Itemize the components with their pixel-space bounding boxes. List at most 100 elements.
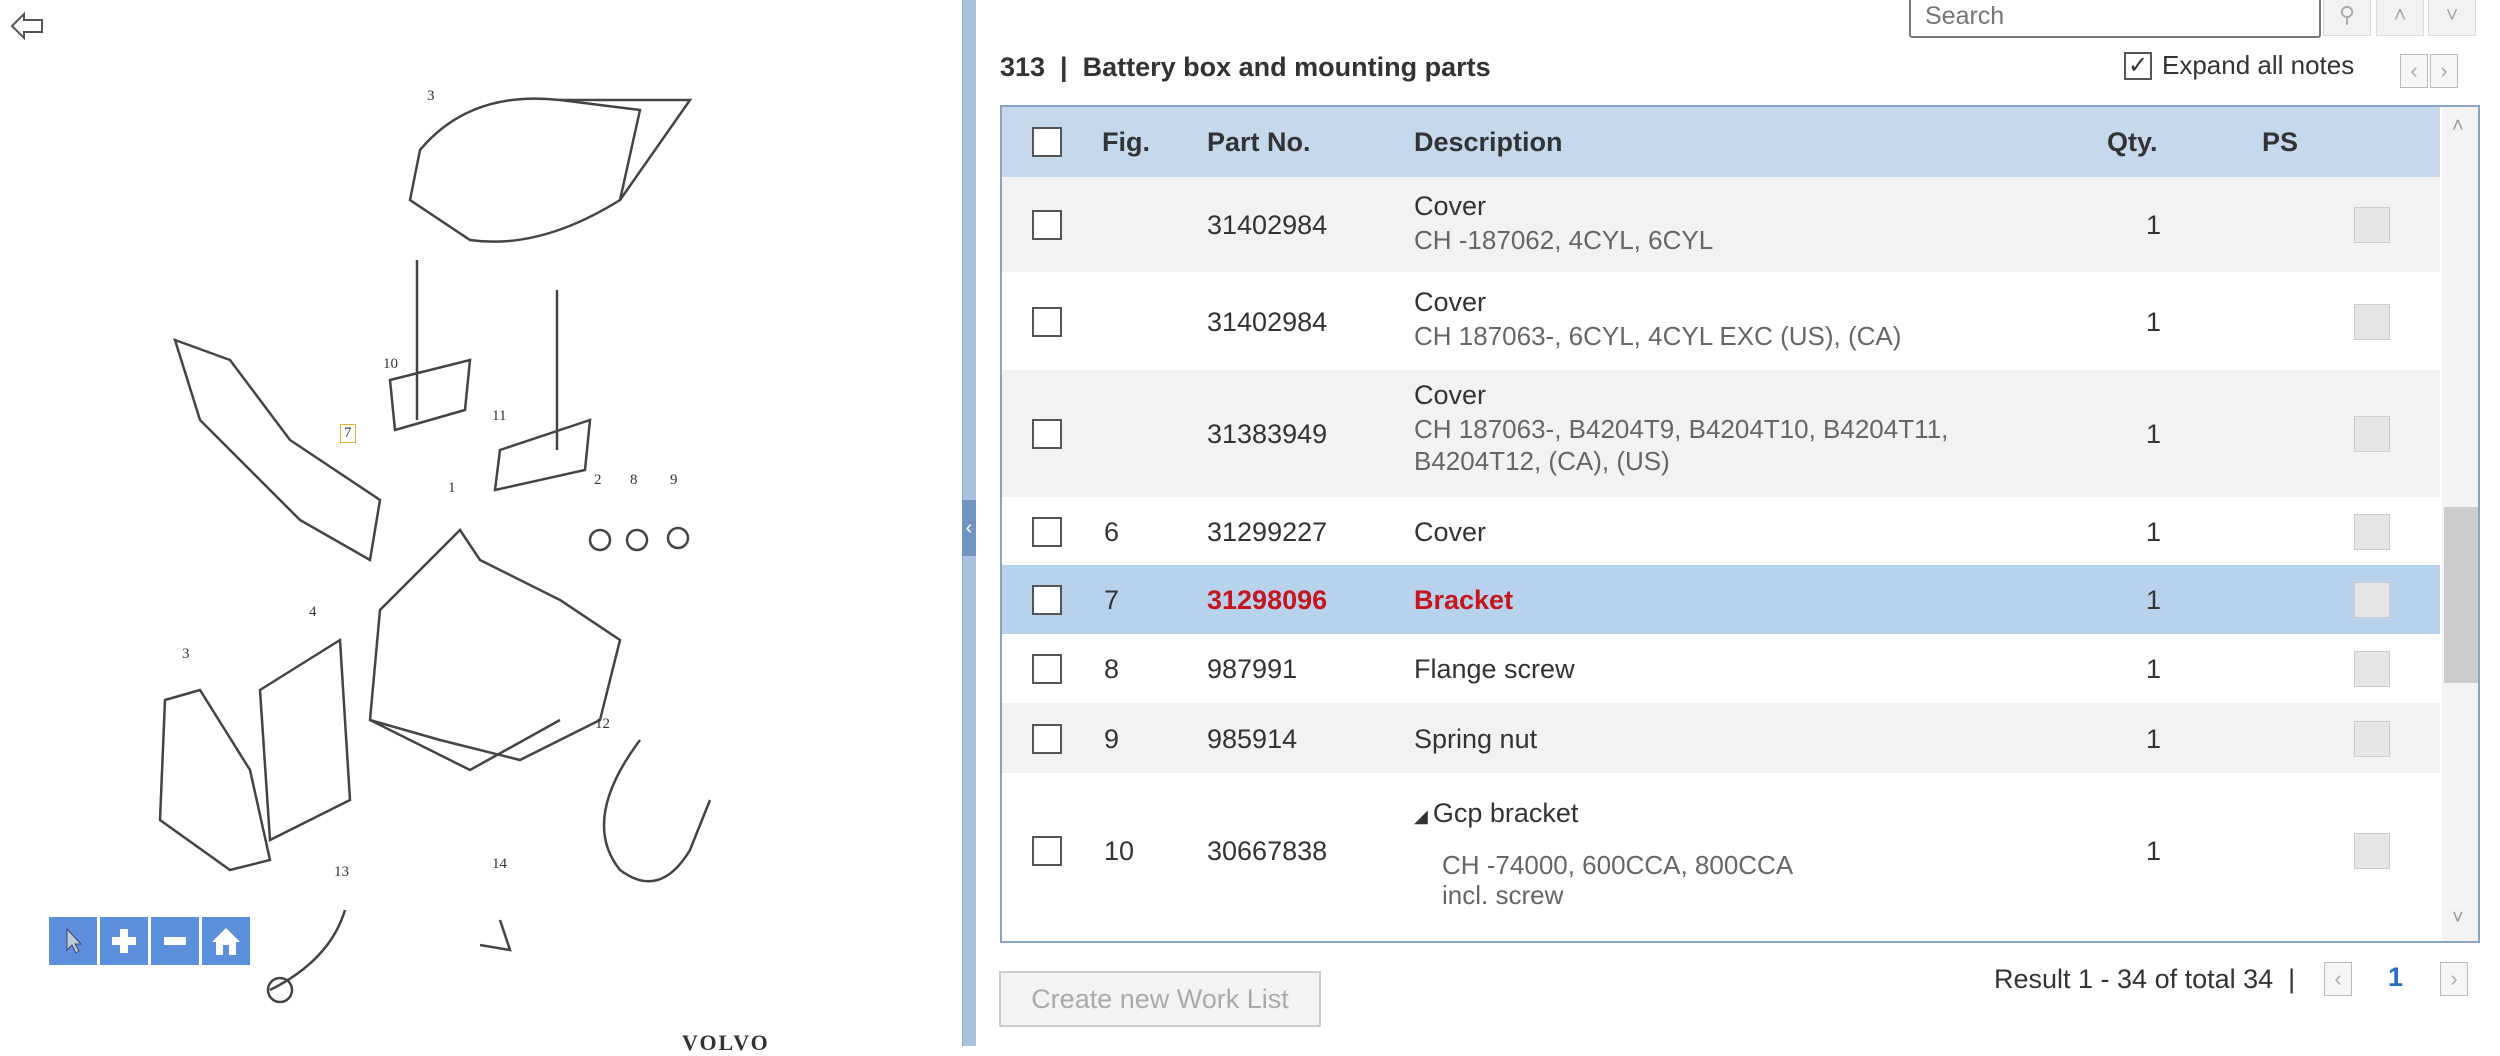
fig-number: 8	[1104, 654, 1120, 684]
table-row[interactable]: 31383949 Cover CH 187063-, B4204T9, B420…	[1002, 370, 2440, 498]
description: Cover	[1414, 516, 1487, 547]
part-number[interactable]: 985914	[1207, 724, 1297, 755]
row-checkbox[interactable]	[1032, 516, 1062, 547]
description: Spring nut	[1414, 723, 1538, 754]
quantity: 1	[2146, 516, 2162, 547]
select-all-checkbox[interactable]	[1032, 127, 1062, 157]
fig-number: 9	[1104, 723, 1120, 754]
callout-9[interactable]: 9	[670, 472, 678, 489]
description: Bracket	[1414, 585, 1514, 615]
row-checkbox[interactable]	[1032, 585, 1062, 615]
parts-table: Fig. Part No. Description Qty. PS 314029…	[1000, 105, 2480, 943]
collapse-panel-icon[interactable]: ‹	[962, 500, 976, 556]
part-number[interactable]: 30667838	[1207, 836, 1327, 867]
row-checkbox[interactable]	[1032, 419, 1062, 449]
col-part-no[interactable]: Part No.	[1207, 127, 1311, 158]
row-checkbox[interactable]	[1032, 306, 1062, 337]
search-button[interactable]: ⚲	[2323, 0, 2371, 36]
callout-11[interactable]: 11	[492, 408, 506, 425]
note-icon[interactable]	[2354, 832, 2390, 869]
table-row[interactable]: 8 987991 Flange screw 1	[1002, 635, 2440, 703]
row-checkbox[interactable]	[1032, 723, 1062, 754]
note-icon[interactable]	[2354, 513, 2390, 550]
col-description[interactable]: Description	[1414, 127, 1563, 158]
result-count: Result 1 - 34 of total 34 |	[1994, 964, 2296, 994]
callout-14[interactable]: 14	[492, 856, 507, 873]
callout-12[interactable]: 12	[595, 716, 610, 733]
chevron-up-icon: ˄	[2393, 2, 2407, 27]
collapse-triangle-icon[interactable]: ◢	[1414, 806, 1433, 826]
expand-all-notes-label: Expand all notes	[2162, 50, 2355, 80]
note-next-button[interactable]: ›	[2430, 54, 2458, 88]
part-number[interactable]: 31299227	[1207, 517, 1327, 548]
create-work-list-button[interactable]: Create new Work List	[999, 971, 1321, 1027]
pointer-tool-button[interactable]	[49, 917, 97, 965]
home-button[interactable]	[202, 917, 250, 965]
quantity: 1	[2146, 419, 2162, 449]
description-note: CH 187063-, B4204T9, B4204T10, B4204T11,	[1414, 414, 1949, 444]
callout-7[interactable]: 7	[340, 424, 356, 443]
scroll-down-icon[interactable]: ˅	[2452, 907, 2464, 930]
fig-number: 7	[1104, 585, 1120, 615]
expand-all-notes-checkbox[interactable]: ✓	[2124, 51, 2152, 80]
note-prev-button[interactable]: ‹	[2400, 54, 2428, 88]
row-checkbox[interactable]	[1032, 835, 1062, 866]
table-row[interactable]: 9 985914 Spring nut 1	[1002, 703, 2440, 774]
expand-all-notes[interactable]: ✓ Expand all notes	[2124, 50, 2354, 81]
note-icon[interactable]	[2354, 582, 2390, 618]
search-input[interactable]	[1909, 0, 2321, 38]
callout-13[interactable]: 13	[334, 864, 349, 881]
part-number[interactable]: 31402984	[1207, 307, 1327, 338]
fig-number: 6	[1104, 516, 1120, 547]
callout-1[interactable]: 1	[448, 480, 456, 497]
callout-4[interactable]: 4	[309, 604, 317, 621]
table-row[interactable]: 31402984 Cover CH -187062, 4CYL, 6CYL 1	[1002, 177, 2440, 273]
zoom-out-button[interactable]	[151, 917, 199, 965]
col-fig[interactable]: Fig.	[1102, 127, 1150, 158]
description: Cover	[1414, 380, 1487, 410]
col-qty[interactable]: Qty.	[2107, 127, 2158, 158]
home-icon	[212, 928, 240, 955]
part-number[interactable]: 31383949	[1207, 419, 1327, 450]
part-number[interactable]: 31402984	[1207, 210, 1327, 241]
search-prev-button[interactable]: ˄	[2376, 0, 2424, 36]
page-prev-button[interactable]: ‹	[2324, 962, 2352, 996]
table-scrollbar[interactable]: ˄ ˅	[2442, 107, 2478, 941]
part-number[interactable]: 31298096	[1207, 585, 1327, 616]
part-number[interactable]: 987991	[1207, 654, 1297, 685]
callout-3b[interactable]: 3	[182, 646, 190, 663]
scrollbar-thumb[interactable]	[2444, 507, 2478, 683]
fig-number: 10	[1104, 835, 1135, 866]
table-row[interactable]: 7 31298096 Bracket 1	[1002, 565, 2440, 635]
col-ps[interactable]: PS	[2262, 127, 2298, 158]
parts-diagram[interactable]	[0, 0, 962, 1046]
description: Cover	[1414, 287, 1487, 317]
row-checkbox[interactable]	[1032, 210, 1062, 240]
callout-2[interactable]: 2	[594, 472, 602, 489]
callout-8[interactable]: 8	[630, 472, 638, 489]
search-icon: ⚲	[2338, 2, 2356, 27]
callout-3[interactable]: 3	[427, 88, 435, 105]
callout-10[interactable]: 10	[383, 356, 398, 373]
table-row[interactable]: 31402984 Cover CH 187063-, 6CYL, 4CYL EX…	[1002, 273, 2440, 370]
description: ◢ Gcp bracket	[1414, 798, 1579, 828]
diagram-panel: 3 10 11 7 1 2 8 9 4 3 12 13 14 VOLVO	[0, 0, 962, 1055]
note-icon[interactable]	[2354, 303, 2390, 340]
quantity: 1	[2146, 723, 2162, 754]
page-next-button[interactable]: ›	[2440, 962, 2468, 996]
quantity: 1	[2146, 835, 2162, 866]
description-note: CH 187063-, 6CYL, 4CYL EXC (US), (CA)	[1414, 321, 1902, 351]
zoom-in-button[interactable]	[100, 917, 148, 965]
chevron-down-icon: ˅	[2445, 2, 2459, 27]
note-icon[interactable]	[2354, 207, 2390, 243]
page-title: 313 | Battery box and mounting parts	[1000, 52, 1491, 82]
note-icon[interactable]	[2354, 416, 2390, 452]
search-next-button[interactable]: ˅	[2428, 0, 2476, 36]
table-row[interactable]: 10 30667838 ◢ Gcp bracket CH -74000, 600…	[1002, 774, 2440, 927]
table-row[interactable]: 6 31299227 Cover 1	[1002, 498, 2440, 565]
scroll-up-icon[interactable]: ˄	[2452, 115, 2464, 138]
row-checkbox[interactable]	[1032, 654, 1062, 684]
page-number[interactable]: 1	[2388, 962, 2403, 993]
note-icon[interactable]	[2354, 651, 2390, 687]
note-icon[interactable]	[2354, 720, 2390, 757]
